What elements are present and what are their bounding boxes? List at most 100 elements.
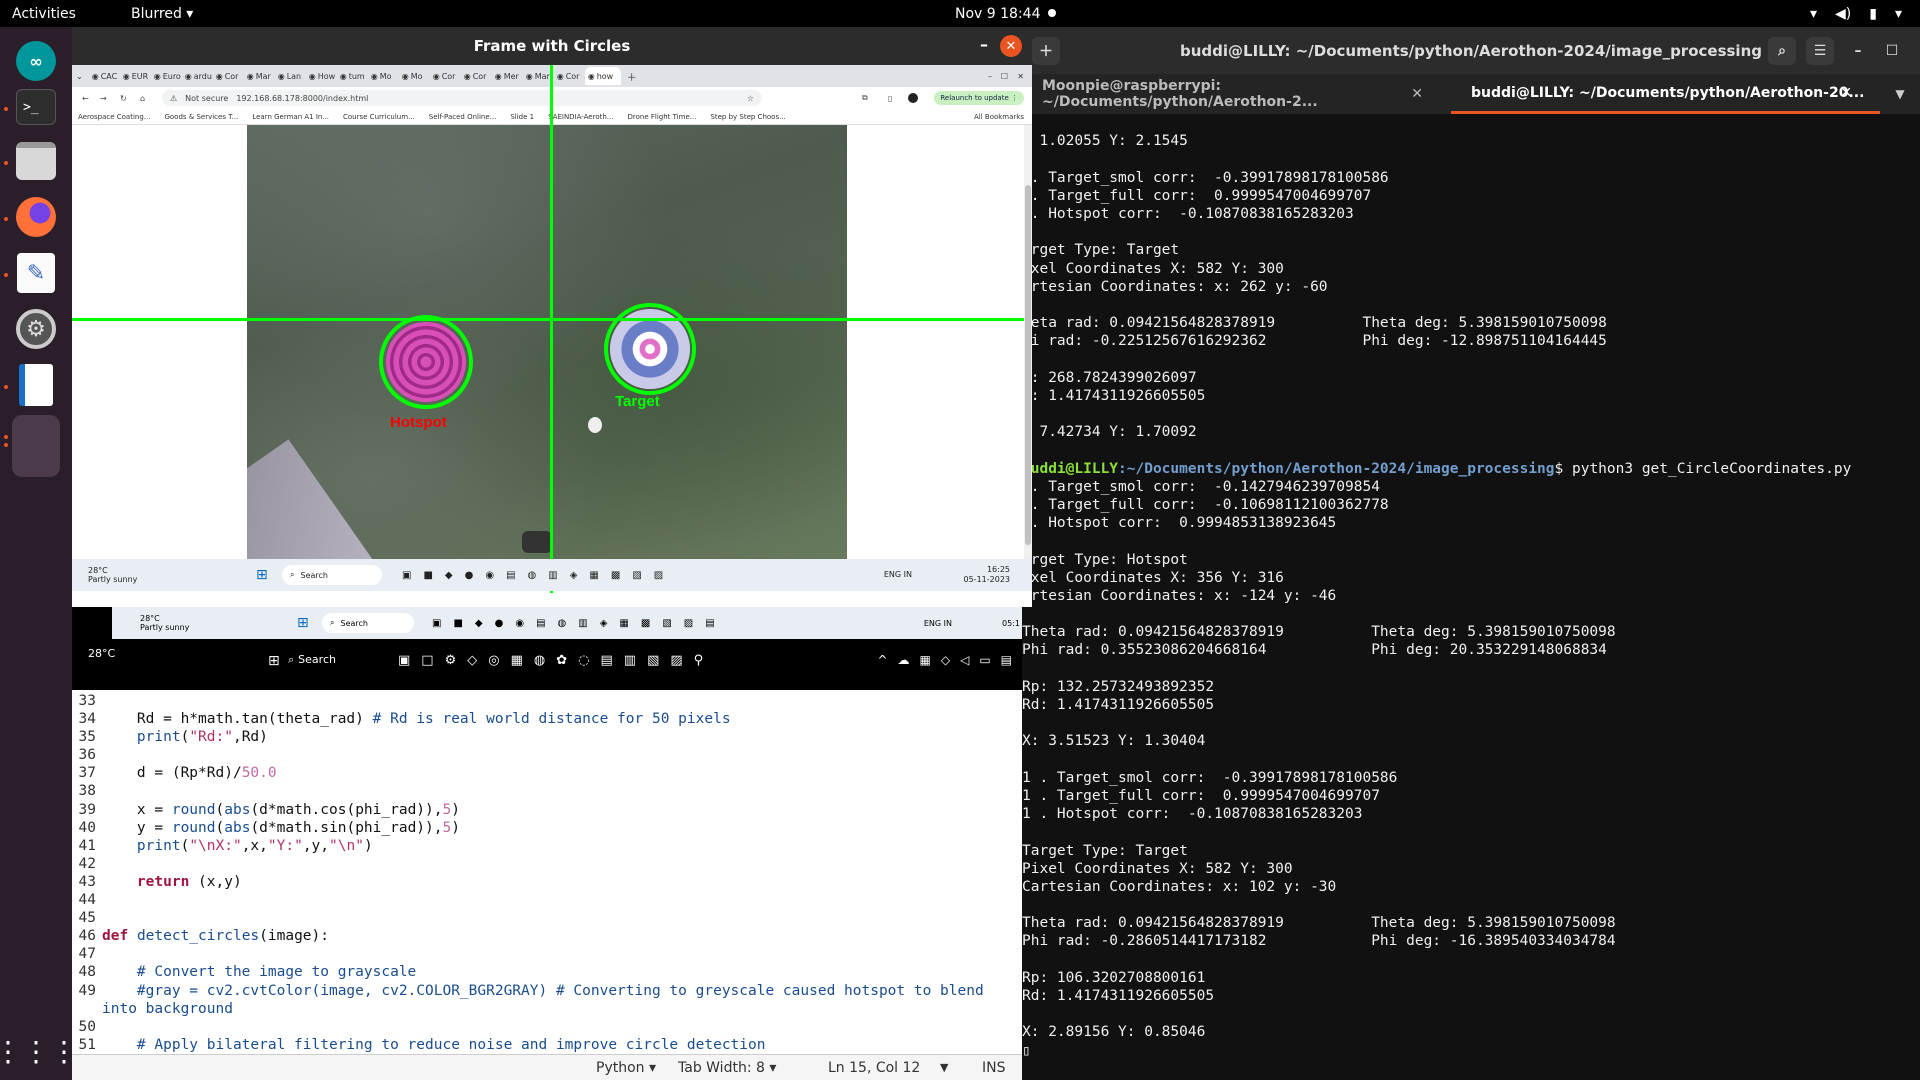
app-icon[interactable]: ◉	[485, 570, 494, 581]
code-line[interactable]: 41 print("\nX:",x,"Y:",y,"\n")	[72, 837, 1022, 855]
browser-tab[interactable]: ◉ Mer	[492, 67, 523, 85]
taskbar-time[interactable]: 05:1	[1002, 619, 1020, 628]
maximize-icon[interactable]: ☐	[1878, 37, 1906, 65]
app-icon[interactable]: ▤	[506, 570, 515, 581]
bookmark-item[interactable]: Aerospace Coating...	[78, 113, 150, 121]
menu-icon[interactable]: ☰	[1806, 37, 1834, 65]
extensions-icon[interactable]: ⧉	[862, 93, 868, 103]
code-editor[interactable]: 33 34 Rd = h*math.tan(theta_rad) # Rd is …	[72, 692, 1022, 1054]
firefox-icon[interactable]	[12, 193, 60, 241]
document-viewer-icon[interactable]	[12, 361, 60, 409]
browser-tab[interactable]: ◉ ardu	[182, 67, 213, 85]
terminal-app-icon[interactable]: >_	[12, 83, 60, 131]
app-icon[interactable]: ⚲	[694, 653, 704, 668]
activities-button[interactable]: Activities	[12, 6, 76, 22]
browser-tab[interactable]: ◉ how	[584, 67, 621, 85]
files-icon[interactable]	[12, 137, 60, 185]
browser-tab[interactable]: ◉ How	[306, 67, 337, 85]
code-line[interactable]: 40 y = round(abs(d*math.sin(phi_rad)),5)	[72, 819, 1022, 837]
windows-start-icon[interactable]: ⊞	[256, 567, 268, 583]
tabs-dropdown-icon[interactable]: ▼	[1880, 74, 1920, 114]
code-line[interactable]: 34 Rd = h*math.tan(theta_rad) # Rd is re…	[72, 710, 1022, 728]
forward-icon[interactable]: →	[100, 94, 107, 103]
app-icon[interactable]: ◆	[475, 618, 483, 629]
app-icon[interactable]: ◍	[534, 653, 545, 668]
settings-icon[interactable]: ⚙	[12, 305, 60, 353]
sidebar-icon[interactable]: ▯	[888, 94, 892, 103]
app-icon[interactable]: ◇	[941, 653, 950, 667]
tray-icons[interactable]: ^ ☁ ▦ ◇ ◁ ▭ ▤	[877, 653, 1012, 667]
app-icon[interactable]: ▦	[619, 618, 628, 629]
show-apps-icon[interactable]: ⋮⋮⋮	[0, 1027, 78, 1075]
app-icon[interactable]: ●	[495, 618, 504, 629]
position-dropdown-icon[interactable]: ▼	[940, 1061, 948, 1074]
tab-width-selector[interactable]: Tab Width: 8 ▾	[678, 1060, 776, 1076]
app-icon[interactable]: ▧	[662, 618, 671, 629]
scrollbar-thumb[interactable]	[1025, 185, 1031, 545]
browser-tab[interactable]: ◉ Cor	[213, 67, 244, 85]
app-icon[interactable]: ◌	[578, 653, 589, 668]
code-line[interactable]: 42	[72, 855, 1022, 873]
browser-tab[interactable]: ◉ Lan	[275, 67, 306, 85]
minimize-icon[interactable]: –	[988, 72, 992, 81]
app-icon[interactable]: ◈	[570, 570, 578, 581]
app-icon[interactable]: ◆	[445, 570, 453, 581]
app-icon[interactable]: ▣	[432, 618, 441, 629]
taskbar-apps[interactable]: ▣ ■ ◆ ● ◉ ▤ ◍ ▥ ◈ ▦ ▩ ▧ ▨	[402, 570, 663, 581]
new-tab-icon[interactable]: ＋	[1032, 37, 1060, 65]
app-icon[interactable]: ◈	[600, 618, 608, 629]
language-selector[interactable]: Python ▾	[596, 1060, 656, 1076]
app-icon[interactable]: ■	[423, 570, 432, 581]
app-icon[interactable]: ▨	[654, 570, 663, 581]
code-line[interactable]: 43 return (x,y)	[72, 873, 1022, 891]
browser-tab[interactable]: ◉ Mo	[399, 67, 430, 85]
terminal-output[interactable]: : 1.02055 Y: 2.1545 . Target_smol corr: …	[1022, 114, 1920, 1080]
code-line[interactable]: 50	[72, 1018, 1022, 1036]
all-bookmarks-button[interactable]: All Bookmarks	[974, 113, 1024, 121]
app-icon[interactable]: ▨	[684, 618, 693, 629]
maximize-icon[interactable]: ☐	[1001, 72, 1008, 81]
taskbar-search[interactable]: ⌕ Search	[322, 613, 414, 633]
app-icon[interactable]: ▩	[641, 618, 650, 629]
code-line[interactable]: 51 # Apply bilateral filtering to reduce…	[72, 1036, 1022, 1054]
tab-search-icon[interactable]: ⌄	[76, 72, 83, 81]
text-editor-icon[interactable]: ✎	[12, 249, 60, 297]
app-icon[interactable]: ●	[465, 570, 474, 581]
code-line[interactable]: 47	[72, 945, 1022, 963]
search-icon[interactable]: ⌕	[1768, 37, 1796, 65]
app-icon[interactable]: ▩	[611, 570, 620, 581]
browser-tab[interactable]: ◉ tum	[337, 67, 368, 85]
code-line[interactable]: 33	[72, 692, 1022, 710]
minimize-icon[interactable]: –	[1844, 37, 1872, 65]
app-icon[interactable]: ▣	[398, 653, 410, 668]
bookmark-item[interactable]: Goods & Services T...	[164, 113, 238, 121]
bookmark-item[interactable]: Drone Flight Time...	[627, 113, 696, 121]
app-icon[interactable]: ▤	[536, 618, 545, 629]
code-line[interactable]: 38	[72, 782, 1022, 800]
bookmark-item[interactable]: SAEINDIA-Aeroth...	[548, 113, 613, 121]
terminal-tab-active[interactable]: buddi@LILLY: ~/Documents/python/Aerothon…	[1451, 74, 1880, 114]
code-line[interactable]: 44	[72, 891, 1022, 909]
app-icon[interactable]: ▭	[979, 653, 990, 667]
chevron-up-icon[interactable]: ^	[877, 653, 887, 667]
browser-tab[interactable]: ◉ EUR	[120, 67, 151, 85]
profile-avatar[interactable]	[908, 93, 918, 103]
taskbar-apps[interactable]: ▣ ■ ◆ ● ◉ ▤ ◍ ▥ ◈ ▦ ▩ ▧ ▨ ▤	[432, 618, 715, 629]
app-icon[interactable]: ▥	[548, 570, 557, 581]
app-icon[interactable]: ▨	[670, 653, 682, 668]
weather-widget[interactable]: 28°C	[88, 648, 115, 659]
app-icon[interactable]: ▧	[647, 653, 659, 668]
app-icon[interactable]: ▦	[589, 570, 598, 581]
browser-tab[interactable]: ◉ Euro	[151, 67, 182, 85]
app-icon[interactable]: ◁	[960, 653, 969, 667]
reload-icon[interactable]: ↻	[120, 94, 127, 103]
app-icon[interactable]: ▧	[632, 570, 641, 581]
windows-start-icon[interactable]: ⊞	[297, 615, 309, 631]
code-line[interactable]: 35 print("Rd:",Rd)	[72, 728, 1022, 746]
system-tray[interactable]: ▾ ◀) ▮ ▾	[1810, 6, 1902, 22]
code-line[interactable]: 39 x = round(abs(d*math.cos(phi_rad)),5)	[72, 801, 1022, 819]
app-icon[interactable]: ◍	[528, 570, 537, 581]
browser-tab[interactable]: ◉ CAC	[89, 67, 120, 85]
bookmark-item[interactable]: Course Curriculum...	[343, 113, 415, 121]
language-indicator[interactable]: ENG IN	[924, 619, 952, 628]
